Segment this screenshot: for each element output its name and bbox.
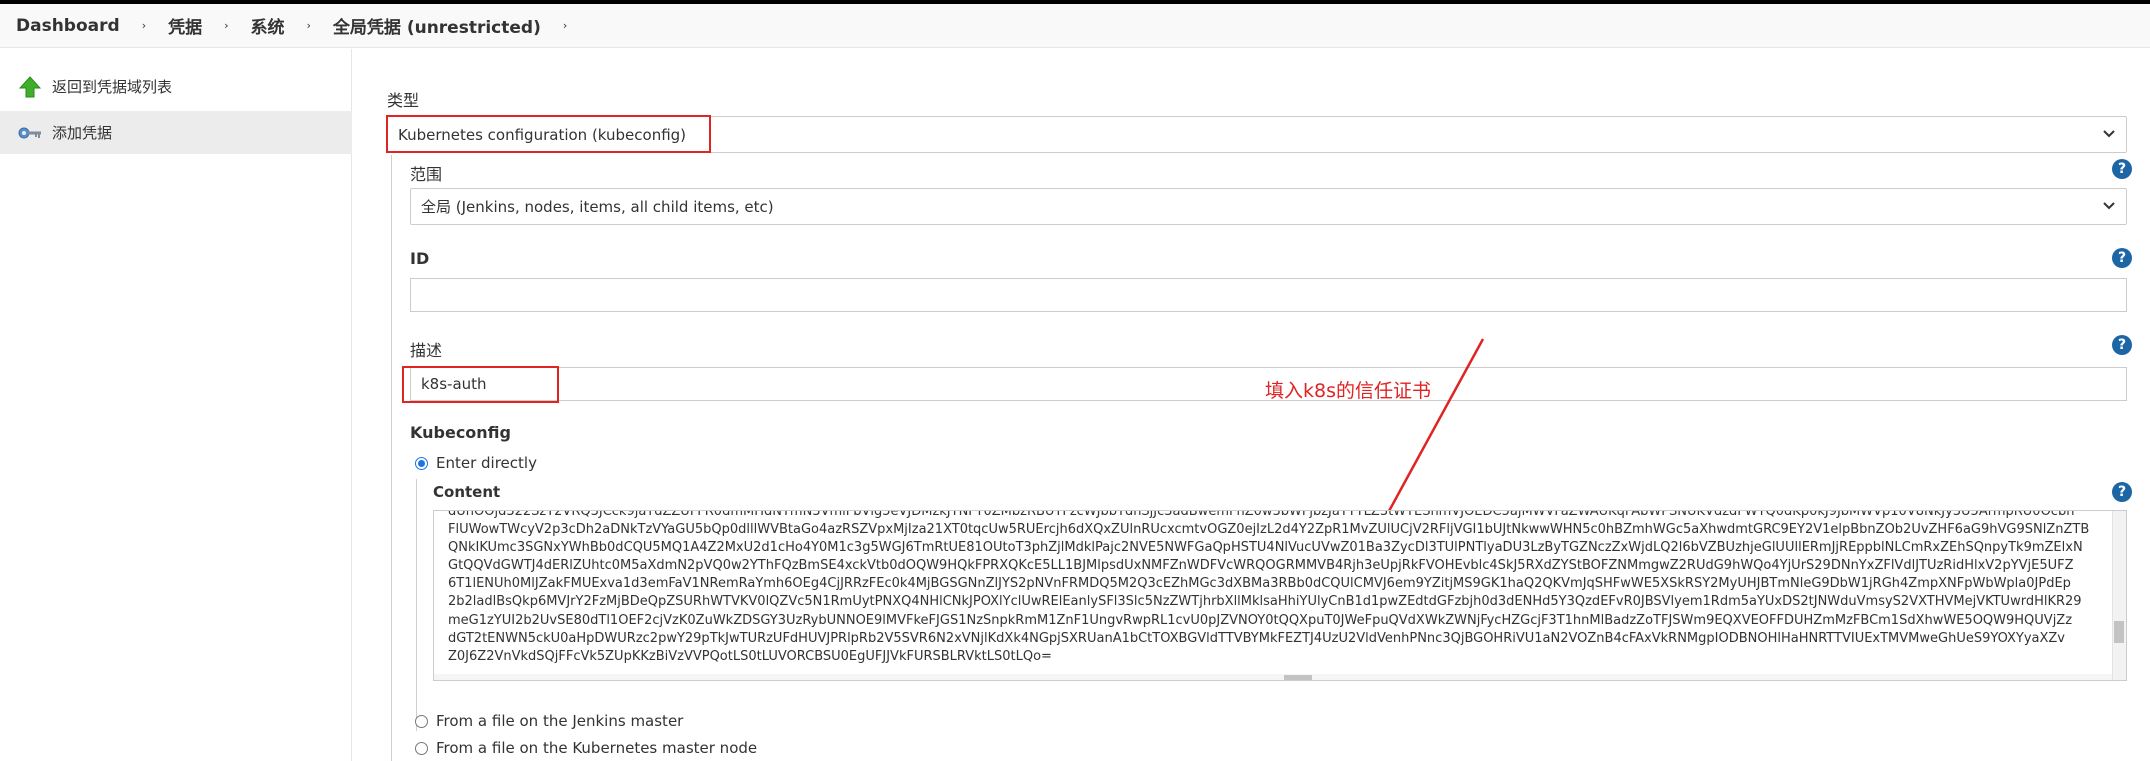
textarea-scrollbar[interactable] [2112,511,2126,680]
content-label: Content [433,483,501,501]
kind-selected-value: Kubernetes configuration (kubeconfig) [398,125,687,144]
id-input[interactable] [410,278,2127,312]
credential-form: 类型 Kubernetes configuration (kubeconfig)… [353,49,2150,761]
help-icon[interactable]: ? [2112,482,2132,502]
description-value: k8s-auth [421,375,487,393]
content-line: meG1zYUI2b2UvSE80dTl1OEF2cjVzK0ZuWkZDSGY… [448,612,2073,628]
radio-file-jenkins-master[interactable]: From a file on the Jenkins master [415,712,683,730]
breadcrumb-separator-icon[interactable]: › [307,19,311,32]
textarea-horizontal-scrollbar[interactable] [434,674,2112,680]
breadcrumb-dashboard[interactable]: Dashboard [16,16,120,36]
content-line: dGT2tENWN5ckU0aHpDWURzc2pwY29pTkJwTURzUF… [448,630,2066,646]
kubeconfig-label: Kubeconfig [410,423,511,442]
content-line: QNkIKUmc3SGNxYWhBb0dCQU5MQ1A4Z2MxU2d1cHo… [448,540,2083,556]
content-line: Z0J6Z2VnVkdSQjFFcVk5ZUpKKzBiVzVVPQotLS0t… [448,648,1052,664]
content-line: FlUWowTWcyV2p3cDh2aDNkTzVYaGU5bQp0dlllWV… [448,522,2090,538]
breadcrumb-separator-icon[interactable]: › [142,19,146,32]
description-label: 描述 [410,341,443,360]
up-arrow-icon [18,75,42,99]
content-line: dUhOOjd322SzY2VRQ3JCck9jaTdZZUFFR0dmMHdN… [448,510,2075,519]
scrollbar-thumb[interactable] [2114,621,2124,643]
breadcrumb-separator-icon[interactable]: › [224,19,228,32]
content-textarea[interactable]: dUhOOjd322SzY2VRQ3JCck9jaTdZZUFFR0dmMHdN… [433,510,2127,681]
subsection-guide-line [416,479,417,731]
content-line: 2b2ladlBsQkp6MVJrY2FzMjBDeQpZSURhWTVKV0l… [448,594,2082,610]
sidebar-item-label: 返回到凭据域列表 [52,78,173,96]
scope-select[interactable]: 全局 (Jenkins, nodes, items, all child ite… [410,188,2127,225]
chevron-down-icon [2103,202,2115,210]
section-guide-line [391,155,392,761]
scope-selected-value: 全局 (Jenkins, nodes, items, all child ite… [421,198,774,216]
breadcrumb-system[interactable]: 系统 [251,13,285,38]
radio-unselected-icon [415,741,428,755]
breadcrumb: Dashboard › 凭据 › 系统 › 全局凭据 (unrestricted… [0,4,2150,48]
content-line: GtQQVdGWTJ4dERlZUhtc0M5aXdmN2pVQ0w2YThFQ… [448,558,2074,574]
radio-file-kubernetes-master[interactable]: From a file on the Kubernetes master nod… [415,739,757,757]
content-line: 6T1lENUh0MlJZakFMUExva1d3emFaV1NRemRaYmh… [448,576,2071,592]
help-icon[interactable]: ? [2112,248,2132,268]
kind-select[interactable]: Kubernetes configuration (kubeconfig) [387,116,2127,153]
sidebar-item-add-credentials[interactable]: 添加凭据 [0,111,352,154]
help-icon[interactable]: ? [2112,159,2132,179]
help-icon[interactable]: ? [2112,335,2132,355]
breadcrumb-global-credentials[interactable]: 全局凭据 (unrestricted) [333,13,541,38]
horizontal-scrollbar-thumb[interactable] [1284,675,1312,680]
sidebar: 返回到凭据域列表 添加凭据 [0,49,352,761]
key-icon [18,121,42,145]
radio-enter-directly-label: Enter directly [436,454,537,472]
breadcrumb-separator-icon[interactable]: › [563,19,567,32]
sidebar-item-label: 添加凭据 [52,124,113,142]
id-label: ID [410,249,430,268]
scope-label: 范围 [410,165,443,184]
content-text: dUhOOjd322SzY2VRQ3JCck9jaTdZZUFFR0dmMHdN… [448,510,2106,666]
radio-selected-icon [415,456,428,470]
breadcrumb-credentials[interactable]: 凭据 [168,13,202,38]
radio-file-kubernetes-master-label: From a file on the Kubernetes master nod… [436,739,758,757]
sidebar-item-back-to-domains[interactable]: 返回到凭据域列表 [0,65,352,108]
radio-enter-directly[interactable]: Enter directly [415,454,537,472]
radio-unselected-icon [415,714,428,728]
chevron-down-icon [2103,130,2115,138]
radio-file-jenkins-master-label: From a file on the Jenkins master [436,712,684,730]
kind-label: 类型 [387,91,420,110]
